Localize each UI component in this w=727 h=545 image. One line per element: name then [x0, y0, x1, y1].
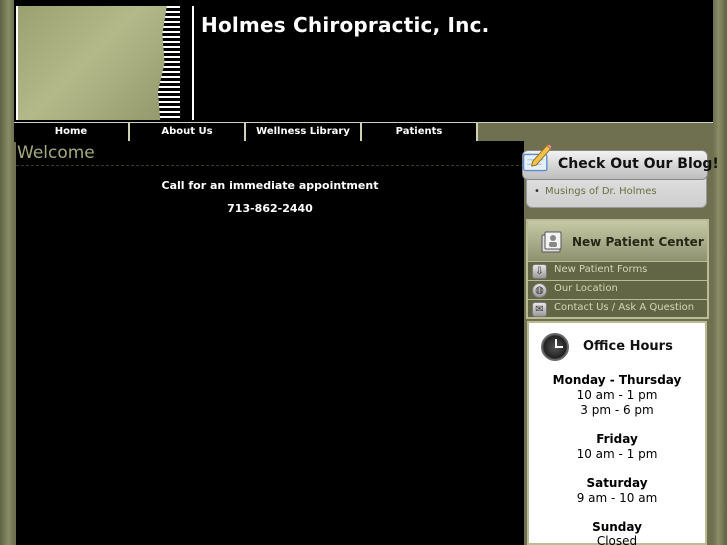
nav-wellness-library[interactable]: Wellness Library — [246, 123, 362, 142]
blog-link-musings[interactable]: Musings of Dr. Holmes — [545, 186, 657, 197]
header-spine-graphic — [16, 6, 180, 120]
envelope-icon: ✉ — [532, 302, 547, 317]
appointment-text: Call for an immediate appointment — [161, 179, 379, 192]
npc-item-new-patient-forms[interactable]: ⇩ New Patient Forms — [528, 261, 707, 280]
site-title: Holmes Chiropractic, Inc. — [201, 13, 490, 37]
site-header: Holmes Chiropractic, Inc. — [14, 0, 713, 122]
hours-time: 10 am - 1 pm — [576, 388, 658, 402]
hours-day-saturday: Saturday — [586, 476, 648, 490]
main-nav: Home About Us Wellness Library Patients — [14, 122, 713, 142]
hours-time: 9 am - 10 am — [576, 491, 658, 505]
nav-patients[interactable]: Patients — [362, 123, 478, 142]
office-hours-title: Office Hours — [583, 339, 673, 354]
hours-time: 3 pm - 6 pm — [580, 403, 654, 417]
heading-divider — [16, 165, 524, 166]
npc-header: New Patient Center — [528, 221, 707, 261]
download-icon: ⇩ — [532, 264, 547, 279]
frame-right-border — [713, 0, 727, 545]
patient-folder-icon — [541, 231, 562, 253]
hours-day-sunday: Sunday — [592, 520, 642, 534]
npc-item-contact-us[interactable]: ✉ Contact Us / Ask A Question — [528, 299, 707, 318]
spine-icon — [158, 6, 180, 120]
page-title: Welcome — [17, 143, 95, 163]
phone-number: 713-862-2440 — [227, 202, 313, 215]
npc-item-label: New Patient Forms — [554, 264, 648, 275]
nav-home[interactable]: Home — [14, 123, 130, 142]
new-patient-center: New Patient Center ⇩ New Patient Forms ◍… — [526, 219, 709, 319]
blog-title[interactable]: Check Out Our Blog! — [558, 156, 719, 172]
npc-item-label: Contact Us / Ask A Question — [554, 302, 695, 313]
header-divider — [192, 6, 194, 120]
hours-time: Closed — [596, 534, 638, 545]
office-hours: Office Hours Monday - Thursday 10 am - 1… — [527, 321, 707, 545]
blog-pencil-icon — [522, 144, 552, 172]
npc-title: New Patient Center — [572, 235, 704, 249]
blog-bullet: • — [534, 186, 540, 197]
frame-left-border — [0, 0, 14, 545]
nav-about-us[interactable]: About Us — [130, 123, 246, 142]
hours-day-friday: Friday — [596, 432, 638, 446]
npc-item-label: Our Location — [554, 283, 618, 294]
main-content: Welcome Call for an immediate appointmen… — [16, 141, 524, 545]
clock-icon — [541, 333, 569, 361]
globe-icon: ◍ — [532, 283, 547, 298]
hours-time: 10 am - 1 pm — [576, 447, 658, 461]
npc-item-our-location[interactable]: ◍ Our Location — [528, 280, 707, 299]
hours-day-mon-thu: Monday - Thursday — [552, 373, 682, 387]
